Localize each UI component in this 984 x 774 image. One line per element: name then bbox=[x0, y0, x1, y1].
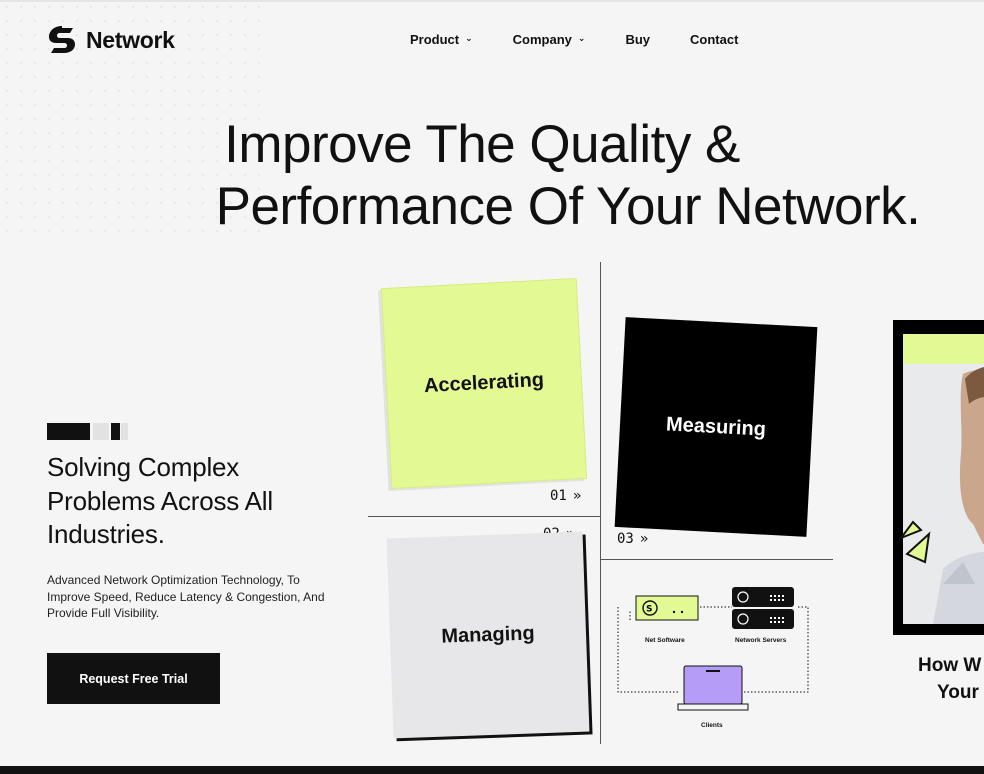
nav-item-label: Buy bbox=[625, 32, 651, 47]
card-label: Measuring bbox=[665, 412, 767, 441]
net-software-node: S bbox=[635, 595, 699, 621]
diagram-label-net-software: Net Software bbox=[645, 637, 685, 644]
grid-divider-vertical bbox=[600, 262, 601, 744]
decorative-bars bbox=[47, 423, 128, 440]
intro-description: Advanced Network Optimization Technology… bbox=[47, 573, 325, 620]
svg-text:S: S bbox=[646, 605, 652, 615]
card-measuring[interactable]: Measuring bbox=[614, 317, 818, 537]
nav-item-label: Contact bbox=[690, 32, 739, 47]
nav-item-product[interactable]: Product ⌄ bbox=[410, 32, 473, 47]
bottom-bar bbox=[0, 766, 984, 774]
chevron-down-icon: ⌄ bbox=[465, 33, 473, 43]
top-border bbox=[0, 0, 984, 2]
card-number-03[interactable]: 03 » bbox=[617, 531, 648, 547]
side-heading: How W Your bbox=[918, 652, 981, 706]
network-logo-icon bbox=[49, 26, 75, 53]
card-number: 01 bbox=[550, 488, 567, 504]
clients-node bbox=[677, 665, 749, 711]
portrait-card[interactable] bbox=[893, 320, 984, 635]
side-heading-line-2: Your bbox=[937, 682, 979, 703]
network-diagram: S bbox=[617, 587, 809, 711]
card-label: Accelerating bbox=[423, 368, 545, 398]
hero-title-line-2: Performance Of Your Network. bbox=[215, 177, 921, 236]
brand-name: Network bbox=[86, 26, 175, 53]
diagram-label-clients: Clients bbox=[701, 722, 723, 729]
card-managing[interactable]: Managing bbox=[386, 531, 590, 739]
card-accelerating[interactable]: Accelerating bbox=[380, 278, 588, 489]
portrait-image bbox=[903, 334, 984, 624]
diagram-label-network-servers: Network Servers bbox=[735, 637, 787, 644]
grid-divider-horizontal-right bbox=[600, 559, 833, 560]
grid-divider-horizontal-left bbox=[368, 516, 600, 517]
network-servers-node bbox=[732, 587, 794, 629]
spark-icon bbox=[899, 520, 931, 564]
portrait-accent-bar bbox=[903, 334, 984, 364]
nav-item-buy[interactable]: Buy bbox=[625, 32, 650, 47]
double-chevron-right-icon: » bbox=[572, 488, 582, 504]
hero-title-line-1: Improve The Quality & bbox=[224, 115, 740, 174]
side-heading-line-1: How W bbox=[918, 655, 982, 676]
nav-item-label: Company bbox=[512, 32, 572, 47]
main-nav: Product ⌄ Company ⌄ Buy Contact bbox=[410, 32, 738, 47]
double-chevron-right-icon: » bbox=[639, 531, 649, 547]
nav-item-company[interactable]: Company ⌄ bbox=[513, 32, 586, 47]
card-number: 03 bbox=[617, 531, 634, 547]
intro-title: Solving Complex Problems Across All Indu… bbox=[47, 452, 273, 549]
card-label: Managing bbox=[440, 621, 536, 648]
nav-item-contact[interactable]: Contact bbox=[690, 32, 738, 47]
nav-item-label: Product bbox=[410, 32, 460, 47]
chevron-down-icon: ⌄ bbox=[577, 33, 586, 43]
brand-logo[interactable]: Network bbox=[46, 24, 175, 56]
request-free-trial-button[interactable]: Request Free Trial bbox=[47, 653, 220, 704]
card-number-01[interactable]: 01 » bbox=[550, 488, 581, 504]
